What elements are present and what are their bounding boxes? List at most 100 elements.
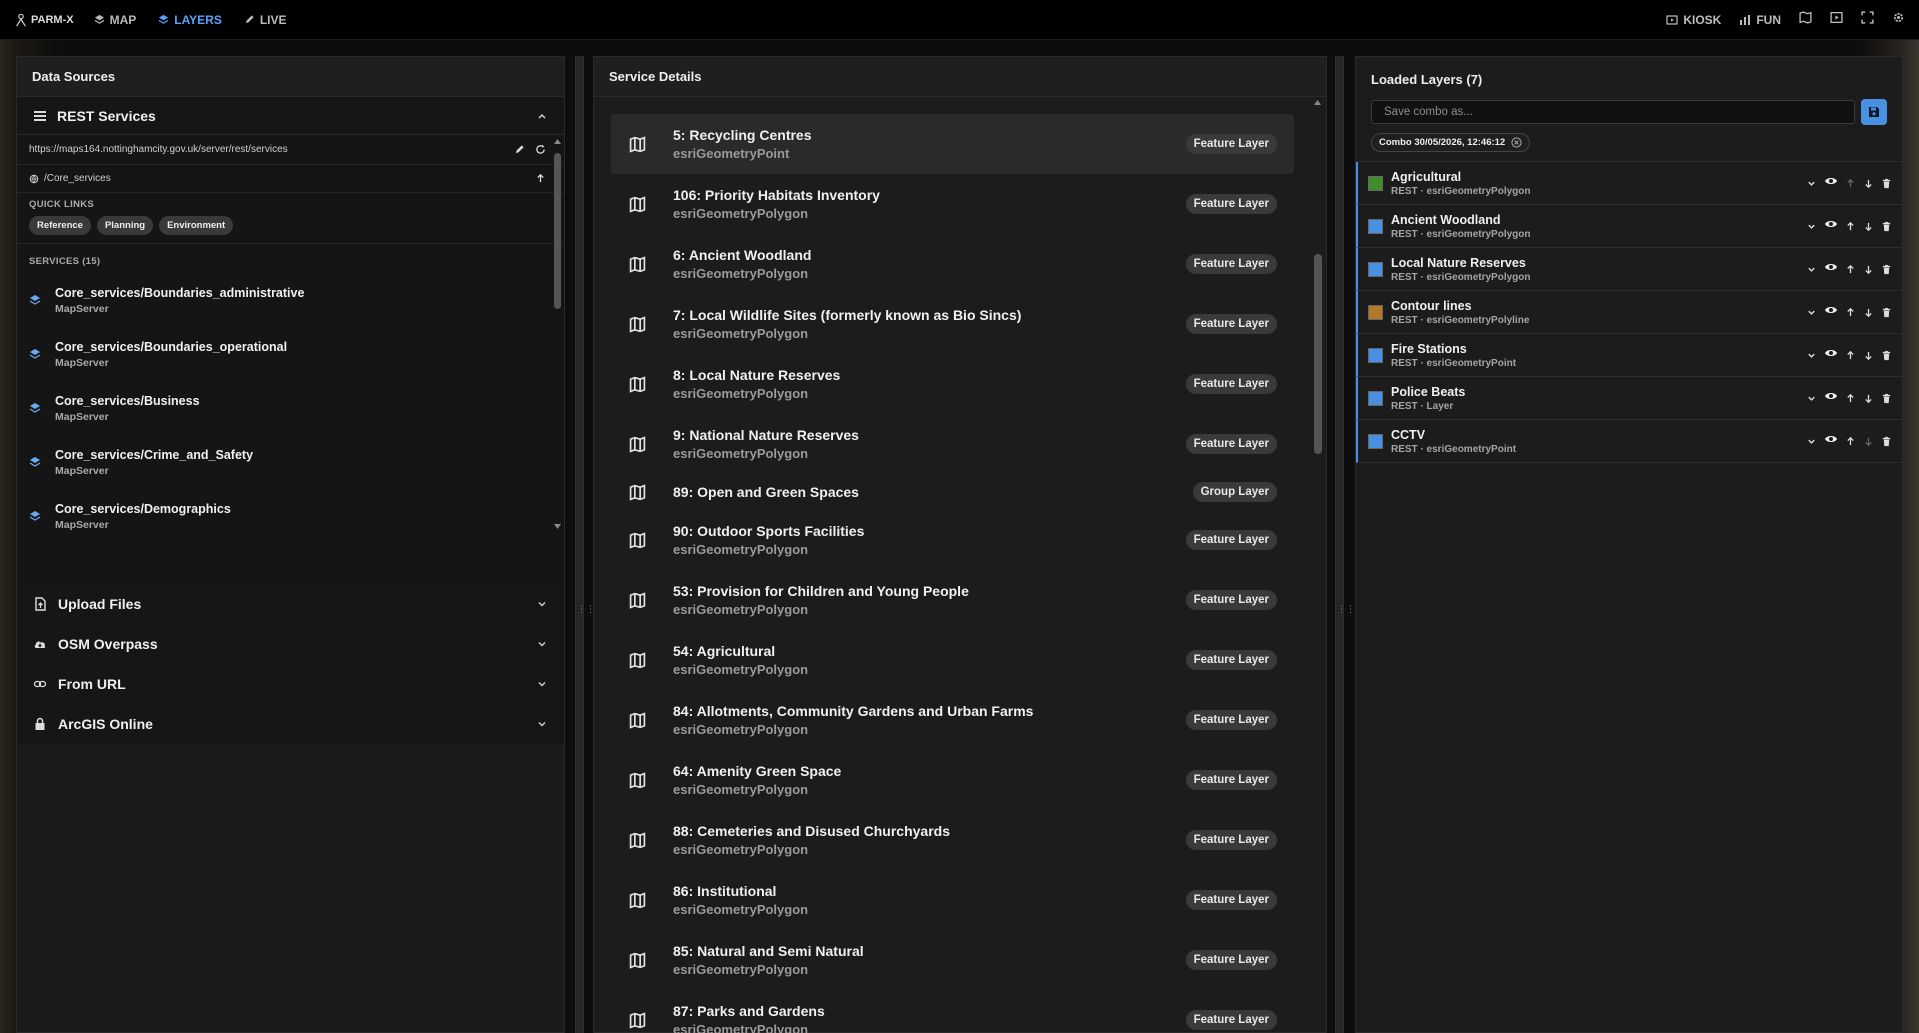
eye-icon[interactable]	[1824, 346, 1838, 360]
service-item[interactable]: Core_services/Business MapServer	[17, 381, 564, 435]
quick-link-reference[interactable]: Reference	[29, 216, 91, 235]
loaded-layer-row[interactable]: Fire Stations REST · esriGeometryPoint	[1356, 334, 1902, 377]
quick-link-planning[interactable]: Planning	[96, 216, 154, 235]
chevron-down-icon[interactable]	[1806, 393, 1817, 404]
arrow-up-icon[interactable]	[1845, 393, 1856, 404]
layer-row[interactable]: 88: Cemeteries and Disused Churchyards es…	[611, 810, 1294, 870]
scroll-down-arrow-icon[interactable]	[553, 523, 562, 531]
arrow-up-icon[interactable]	[1845, 350, 1856, 361]
arrow-down-icon[interactable]	[1863, 350, 1874, 361]
layer-color-swatch[interactable]	[1368, 347, 1383, 363]
service-item[interactable]: Core_services/Demographics MapServer	[17, 489, 564, 543]
fun-button[interactable]: FUN	[1739, 13, 1781, 27]
save-combo-button[interactable]	[1861, 99, 1887, 125]
close-circle-icon[interactable]	[1511, 137, 1522, 148]
arrow-down-icon[interactable]	[1863, 178, 1874, 189]
chevron-down-icon[interactable]	[1806, 436, 1817, 447]
layer-color-swatch[interactable]	[1368, 390, 1383, 406]
arrow-up-icon[interactable]	[1845, 436, 1856, 447]
service-item[interactable]: Core_services/Crime_and_Safety MapServer	[17, 435, 564, 489]
layer-row[interactable]: 87: Parks and Gardens esriGeometryPolygon…	[611, 990, 1294, 1033]
layer-color-swatch[interactable]	[1368, 433, 1383, 449]
present-button[interactable]	[1830, 11, 1843, 29]
section-osm-overpass[interactable]: OSM Overpass	[17, 624, 564, 664]
layer-color-swatch[interactable]	[1368, 218, 1383, 234]
nav-layers[interactable]: LAYERS	[158, 13, 222, 27]
kiosk-button[interactable]: KIOSK	[1666, 13, 1721, 27]
layer-row[interactable]: 90: Outdoor Sports Facilities esriGeometr…	[611, 510, 1294, 570]
eye-icon[interactable]	[1824, 303, 1838, 317]
loaded-layer-row[interactable]: Contour lines REST · esriGeometryPolyline	[1356, 291, 1902, 334]
chevron-down-icon[interactable]	[1806, 350, 1817, 361]
layer-color-swatch[interactable]	[1368, 175, 1383, 191]
trash-icon[interactable]	[1881, 350, 1892, 361]
chevron-down-icon[interactable]	[1806, 307, 1817, 318]
scrollbar-thumb[interactable]	[1314, 254, 1322, 454]
arrow-up-icon[interactable]	[1845, 307, 1856, 318]
arrow-up-icon[interactable]	[1845, 178, 1856, 189]
scrollbar-thumb[interactable]	[554, 153, 561, 309]
settings-button[interactable]	[1892, 11, 1905, 29]
eye-icon[interactable]	[1824, 260, 1838, 274]
save-combo-input[interactable]	[1371, 100, 1856, 124]
quick-link-environment[interactable]: Environment	[159, 216, 234, 235]
layer-row[interactable]: 86: Institutional esriGeometryPolygon Feat…	[611, 870, 1294, 930]
services-scrollbar[interactable]	[553, 137, 562, 531]
arrow-up-icon[interactable]	[1845, 221, 1856, 232]
chevron-down-icon[interactable]	[1806, 221, 1817, 232]
layer-row[interactable]: 85: Natural and Semi Natural esriGeometry…	[611, 930, 1294, 990]
layer-row[interactable]: 6: Ancient Woodland esriGeometryPolygon Fe…	[611, 234, 1294, 294]
layer-row[interactable]: 5: Recycling Centres esriGeometryPoint Fea…	[611, 114, 1294, 174]
loaded-layer-row[interactable]: Ancient Woodland REST · esriGeometryPolyg…	[1356, 205, 1902, 248]
section-arcgis-online[interactable]: ArcGIS Online	[17, 704, 564, 744]
layer-row[interactable]: 84: Allotments, Community Gardens and Ur…	[611, 690, 1294, 750]
layer-color-swatch[interactable]	[1368, 261, 1383, 277]
arrow-down-icon[interactable]	[1863, 307, 1874, 318]
trash-icon[interactable]	[1881, 221, 1892, 232]
eye-icon[interactable]	[1824, 389, 1838, 403]
section-upload-files[interactable]: Upload Files	[17, 584, 564, 624]
refresh-icon[interactable]	[535, 144, 546, 155]
details-scrollbar[interactable]	[1312, 98, 1323, 1028]
layer-row[interactable]: 7: Local Wildlife Sites (formerly known …	[611, 294, 1294, 354]
edit-icon[interactable]	[514, 144, 525, 155]
section-from-url[interactable]: From URL	[17, 664, 564, 704]
trash-icon[interactable]	[1881, 393, 1892, 404]
trash-icon[interactable]	[1881, 307, 1892, 318]
eye-icon[interactable]	[1824, 174, 1838, 188]
layer-row[interactable]: 89: Open and Green Spaces Group Layer	[611, 474, 1294, 510]
loaded-layer-row[interactable]: CCTV REST · esriGeometryPoint	[1356, 420, 1902, 463]
arrow-down-icon[interactable]	[1863, 221, 1874, 232]
arrow-up-icon[interactable]	[1845, 264, 1856, 275]
rest-services-header[interactable]: REST Services	[17, 97, 564, 135]
trash-icon[interactable]	[1881, 264, 1892, 275]
arrow-down-icon[interactable]	[1863, 264, 1874, 275]
scroll-up-arrow-icon[interactable]	[1313, 98, 1322, 106]
chevron-down-icon[interactable]	[1806, 178, 1817, 189]
nav-map[interactable]: MAP	[94, 13, 136, 27]
nav-live[interactable]: LIVE	[244, 13, 287, 27]
trash-icon[interactable]	[1881, 436, 1892, 447]
layer-row[interactable]: 53: Provision for Children and Young Peo…	[611, 570, 1294, 630]
trash-icon[interactable]	[1881, 178, 1892, 189]
app-logo[interactable]: PARM-X	[14, 13, 74, 27]
left-splitter[interactable]: ⋮⋮	[575, 56, 595, 1033]
layer-row[interactable]: 64: Amenity Green Space esriGeometryPolyg…	[611, 750, 1294, 810]
fullscreen-button[interactable]	[1861, 11, 1874, 29]
layer-row[interactable]: 8: Local Nature Reserves esriGeometryPoly…	[611, 354, 1294, 414]
layer-row[interactable]: 106: Priority Habitats Inventory esriGeom…	[611, 174, 1294, 234]
service-item[interactable]: Core_services/Boundaries_administrative M…	[17, 273, 564, 327]
right-splitter[interactable]: ⋮⋮	[1335, 56, 1355, 1033]
scroll-up-arrow-icon[interactable]	[553, 137, 562, 145]
layer-color-swatch[interactable]	[1368, 304, 1383, 320]
map-view-button[interactable]	[1799, 11, 1812, 29]
loaded-layer-row[interactable]: Local Nature Reserves REST · esriGeometry…	[1356, 248, 1902, 291]
arrow-up-icon[interactable]	[535, 173, 546, 184]
arrow-down-icon[interactable]	[1863, 393, 1874, 404]
chevron-down-icon[interactable]	[1806, 264, 1817, 275]
combo-chip[interactable]: Combo 30/05/2026, 12:46:12	[1371, 133, 1531, 152]
eye-icon[interactable]	[1824, 217, 1838, 231]
eye-icon[interactable]	[1824, 432, 1838, 446]
loaded-layer-row[interactable]: Police Beats REST · Layer	[1356, 377, 1902, 420]
layer-row[interactable]: 54: Agricultural esriGeometryPolygon Featu…	[611, 630, 1294, 690]
